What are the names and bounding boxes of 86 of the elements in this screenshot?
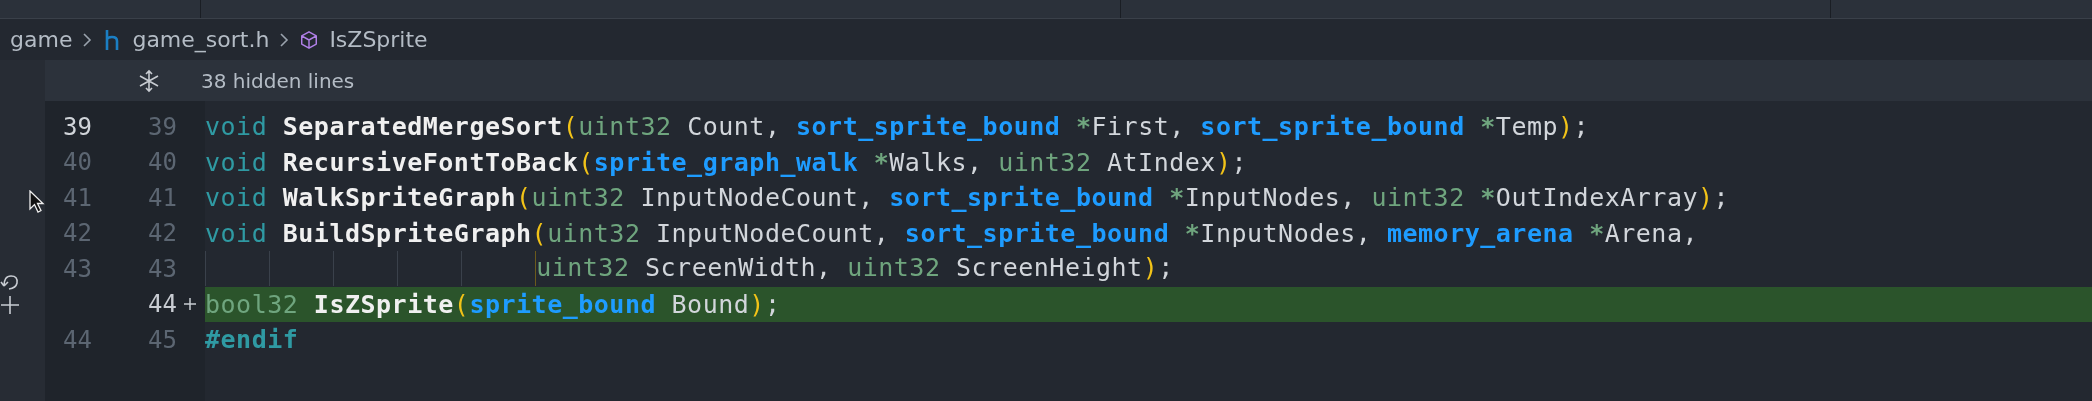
- code-text: Walks,: [889, 147, 984, 177]
- code-text: InputNodeCount,: [655, 218, 891, 248]
- code-text: ;: [1713, 183, 1730, 213]
- hidden-lines-label: 38 hidden lines: [201, 68, 355, 93]
- bracket: (: [531, 218, 548, 248]
- chevron-icon: [82, 31, 93, 48]
- line-number: 43: [148, 254, 177, 283]
- breadcrumb-item[interactable]: IsZSprite: [299, 27, 428, 52]
- line-number: 40: [63, 148, 92, 177]
- function-name: RecursiveFontToBack: [281, 147, 579, 177]
- keyword: void: [205, 147, 268, 177]
- code-text: ScreenHeight: [955, 252, 1143, 282]
- code-text: ScreenWidth,: [644, 252, 833, 282]
- type-name: uint32: [536, 252, 630, 282]
- struct-type: memory_arena: [1386, 218, 1574, 248]
- keyword: void: [205, 218, 268, 248]
- struct-type: sort_sprite_bound: [904, 218, 1170, 248]
- function-name: WalkSpriteGraph: [281, 183, 517, 213]
- bracket: ): [1215, 147, 1232, 177]
- code-text: Bound: [670, 289, 750, 319]
- type-name: bool32: [205, 289, 299, 319]
- line-number: 45: [148, 325, 177, 354]
- line-number: 42: [63, 219, 92, 248]
- code-text: ;: [1231, 147, 1247, 177]
- code-text: First,: [1091, 112, 1186, 142]
- line-number: 44: [148, 290, 177, 319]
- chevron-icon: [279, 31, 290, 48]
- struct-type: sort_sprite_bound: [1200, 112, 1465, 142]
- type-name: uint32: [1371, 183, 1465, 213]
- breadcrumb-item[interactable]: game_sort.h: [102, 27, 270, 52]
- revert-icon[interactable]: [0, 272, 20, 316]
- bracket: ): [1142, 252, 1159, 282]
- pointer-operator: *: [1183, 218, 1201, 248]
- pointer-operator: *: [1074, 112, 1092, 142]
- code-text: Temp: [1495, 112, 1559, 142]
- line-number: 43: [63, 254, 92, 283]
- breadcrumb-item[interactable]: game: [10, 27, 73, 52]
- function-name: SeparatedMergeSort: [281, 112, 563, 142]
- bracket: (: [562, 112, 579, 142]
- expand-icon[interactable]: [137, 68, 161, 93]
- code-text: OutIndexArray: [1495, 183, 1698, 213]
- type-name: uint32: [531, 183, 625, 213]
- line-number: 41: [148, 183, 177, 212]
- hidden-lines-bar[interactable]: 38 hidden lines: [45, 60, 2092, 101]
- type-name: uint32: [547, 218, 641, 248]
- code-text: InputNodes,: [1184, 183, 1357, 213]
- function-name: IsZSprite: [312, 289, 454, 319]
- pointer-operator: *: [1588, 218, 1605, 248]
- code-text: InputNodeCount,: [639, 183, 875, 213]
- preprocessor-directive: #endif: [205, 325, 299, 355]
- code-text: Count,: [686, 112, 782, 142]
- type-name: uint32: [998, 147, 1092, 177]
- bracket: ): [749, 289, 765, 319]
- code-text: AtIndex: [1106, 147, 1216, 177]
- line-number: 41: [63, 183, 92, 212]
- struct-type: sprite_bound: [469, 289, 656, 319]
- line-number: 42: [148, 219, 177, 248]
- pointer-operator: *: [1479, 183, 1496, 213]
- line-number: 40: [148, 148, 177, 177]
- bracket: (: [516, 183, 532, 213]
- code-text: ;: [1573, 112, 1590, 142]
- pointer-operator: *: [1168, 183, 1185, 213]
- type-name: uint32: [847, 252, 941, 282]
- keyword: void: [205, 112, 268, 142]
- code-text: ;: [1158, 252, 1174, 282]
- bracket: (: [578, 147, 594, 177]
- struct-type: sprite_graph_walk: [593, 147, 859, 177]
- added-line-icon: [183, 297, 197, 312]
- bracket: ): [1558, 112, 1574, 142]
- bracket: ): [1698, 183, 1714, 213]
- struct-type: sort_sprite_bound: [796, 112, 1061, 142]
- pointer-operator: *: [1479, 112, 1496, 142]
- struct-type: sort_sprite_bound: [889, 183, 1154, 213]
- line-number: 39: [148, 112, 177, 141]
- bracket: (: [453, 289, 470, 319]
- pointer-operator: *: [872, 147, 890, 177]
- cube-icon: [299, 28, 320, 51]
- line-number: 39: [63, 112, 92, 141]
- keyword: void: [205, 183, 268, 213]
- mouse-pointer-icon: [29, 190, 45, 214]
- code-text: InputNodes,: [1200, 218, 1373, 248]
- type-name: uint32: [578, 112, 672, 142]
- code-text: ;: [764, 289, 781, 319]
- line-number: 44: [63, 325, 92, 354]
- code-text: Arena,: [1604, 218, 1698, 248]
- function-name: BuildSpriteGraph: [281, 218, 532, 248]
